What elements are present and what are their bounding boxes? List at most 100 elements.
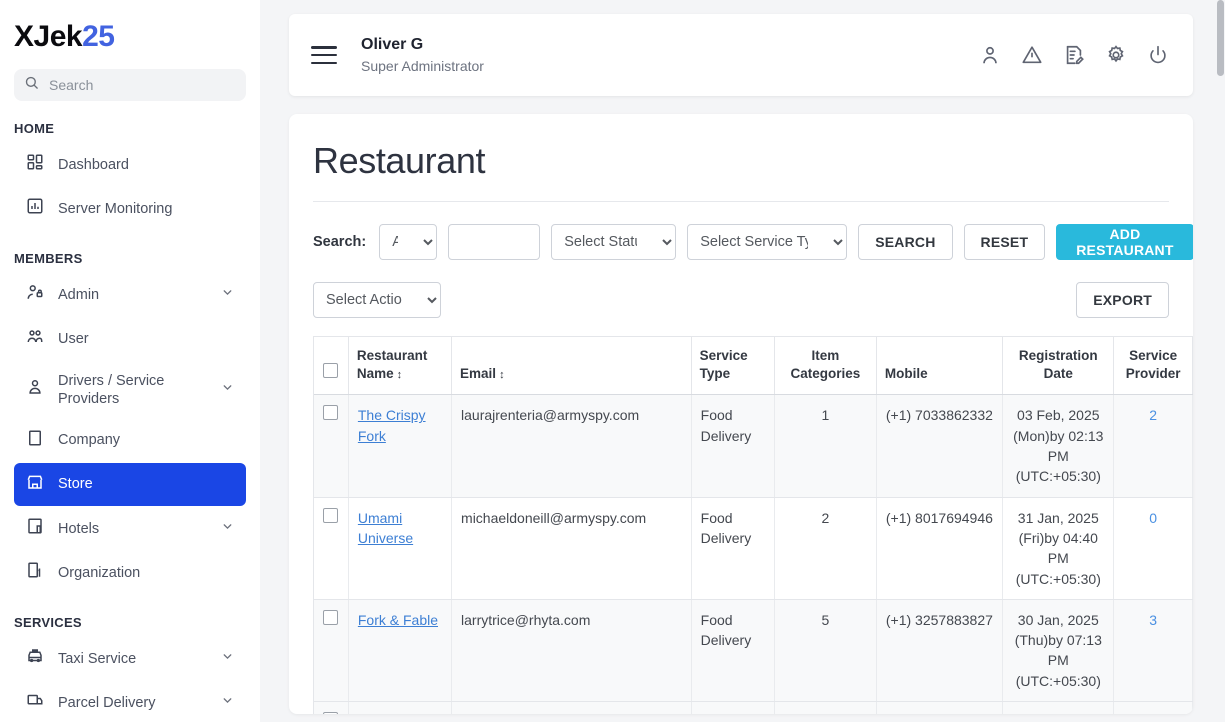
sidebar-item-label: Store	[58, 475, 234, 493]
sidebar-item-company[interactable]: Company	[14, 419, 246, 462]
dashboard-icon	[26, 153, 44, 176]
column-header-service-provider: Service Provider	[1114, 337, 1193, 395]
sidebar-item-server-monitoring[interactable]: Server Monitoring	[14, 187, 246, 230]
sidebar-item-label: User	[58, 330, 234, 348]
sort-icon[interactable]: ↕	[397, 368, 403, 382]
chevron-down-icon[interactable]	[221, 286, 234, 304]
row-checkbox[interactable]	[323, 508, 338, 523]
search-text-input[interactable]	[448, 224, 540, 260]
page-title: Restaurant	[313, 140, 1169, 181]
chevron-down-icon[interactable]	[221, 650, 234, 668]
table-row: Fork & Fable larrytrice@rhyta.com Food D…	[314, 599, 1193, 701]
search-scope-select[interactable]: All	[379, 224, 437, 260]
sidebar-item-label: Taxi Service	[58, 650, 207, 668]
cell-restaurant-name: Spork & Spoon	[348, 702, 451, 714]
sidebar-item-dashboard[interactable]: Dashboard	[14, 143, 246, 186]
search-button[interactable]: SEARCH	[858, 224, 952, 260]
restaurant-name-link[interactable]: Umami Universe	[358, 510, 413, 546]
column-header-registration-date: Registration Date	[1003, 337, 1114, 395]
cell-service-type: Food Delivery	[691, 497, 774, 599]
cell-restaurant-name: The Crispy Fork	[348, 395, 451, 497]
cell-registration-date: 30 Jan, 2025 (Thu)by 07:13 PM (UTC:+05:3…	[1003, 599, 1114, 701]
driver-icon	[26, 378, 44, 401]
sidebar-search[interactable]	[14, 69, 246, 101]
cell-registration-date: 29 Jan, 2025 (Wed)by 03:52 PM	[1003, 702, 1114, 714]
document-edit-icon[interactable]	[1063, 44, 1085, 66]
status-select[interactable]: Select Status	[551, 224, 676, 260]
main-content: Oliver G Super Administrator	[260, 0, 1225, 722]
search-input[interactable]	[47, 76, 236, 94]
sidebar-item-drivers-service-providers[interactable]: Drivers / Service Providers	[14, 362, 246, 418]
row-checkbox[interactable]	[323, 405, 338, 420]
restaurant-name-link[interactable]: The Crispy Fork	[358, 407, 426, 443]
page-scrollbar-thumb[interactable]	[1217, 0, 1224, 76]
cell-restaurant-name: Umami Universe	[348, 497, 451, 599]
header-user-info: Oliver G Super Administrator	[361, 33, 484, 77]
power-icon[interactable]	[1147, 44, 1169, 66]
table-row: The Crispy Fork laurajrenteria@armyspy.c…	[314, 395, 1193, 497]
header-action-icons	[979, 44, 1169, 66]
table-head: Restaurant Name↕ Email↕ Service Type Ite…	[314, 337, 1193, 395]
service-provider-link[interactable]: 0	[1149, 510, 1157, 526]
sidebar-item-user[interactable]: User	[14, 317, 246, 360]
service-provider-link[interactable]: 3	[1149, 612, 1157, 628]
service-provider-link[interactable]: 2	[1149, 407, 1157, 423]
column-label: Email	[460, 366, 496, 381]
table-header-row: Restaurant Name↕ Email↕ Service Type Ite…	[314, 337, 1193, 395]
bulk-action-toolbar: Select Action EXPORT	[313, 282, 1169, 318]
cell-service-provider: 2	[1114, 395, 1193, 497]
row-checkbox[interactable]	[323, 712, 338, 714]
row-select-cell	[314, 702, 348, 714]
chevron-down-icon[interactable]	[221, 381, 234, 399]
select-action-dropdown[interactable]: Select Action	[313, 282, 441, 318]
profile-icon[interactable]	[979, 44, 1001, 66]
column-header-restaurant-name[interactable]: Restaurant Name↕	[348, 337, 451, 395]
settings-gear-icon[interactable]	[1105, 44, 1127, 66]
hamburger-icon[interactable]	[311, 46, 337, 64]
chevron-down-icon[interactable]	[221, 520, 234, 538]
sidebar-item-label: Admin	[58, 286, 207, 304]
cell-documents	[1193, 497, 1194, 599]
search-label: Search:	[313, 234, 366, 250]
cell-item-categories: 2	[774, 497, 876, 599]
cell-email: laurajrenteria@armyspy.com	[452, 395, 692, 497]
sidebar-item-taxi-service[interactable]: Taxi Service	[14, 637, 246, 680]
parcel-icon	[26, 691, 44, 714]
top-header-bar: Oliver G Super Administrator	[289, 14, 1193, 96]
logo-text-dark: XJek	[14, 20, 82, 53]
chevron-down-icon[interactable]	[221, 694, 234, 712]
select-all-checkbox[interactable]	[323, 363, 338, 378]
reset-button[interactable]: RESET	[964, 224, 1046, 260]
title-divider	[313, 201, 1169, 202]
alert-triangle-icon[interactable]	[1021, 44, 1043, 66]
sort-icon[interactable]: ↕	[499, 368, 505, 382]
sidebar: XJek25 HOME Dashboard Server Monitoring …	[0, 0, 260, 722]
column-header-item-categories: Item Categories	[774, 337, 876, 395]
company-building-icon	[26, 429, 44, 452]
taxi-icon	[26, 647, 44, 670]
page-scrollbar[interactable]	[1217, 0, 1225, 722]
cell-item-categories: 1	[774, 395, 876, 497]
row-checkbox[interactable]	[323, 610, 338, 625]
sidebar-item-admin[interactable]: Admin	[14, 273, 246, 316]
table-body: The Crispy Fork laurajrenteria@armyspy.c…	[314, 395, 1193, 714]
cell-item-categories: 1	[774, 702, 876, 714]
export-button[interactable]: EXPORT	[1076, 282, 1169, 318]
column-header-email[interactable]: Email↕	[452, 337, 692, 395]
sidebar-item-hotels[interactable]: Hotels	[14, 507, 246, 550]
app-root: XJek25 HOME Dashboard Server Monitoring …	[0, 0, 1225, 722]
service-type-select[interactable]: Select Service Type	[687, 224, 847, 260]
sidebar-item-organization[interactable]: Organization	[14, 551, 246, 594]
filter-toolbar: Search: All Select Status Select Service…	[313, 224, 1169, 260]
add-restaurant-button[interactable]: ADD RESTAURANT	[1056, 224, 1193, 260]
app-logo[interactable]: XJek25	[0, 0, 260, 59]
cell-restaurant-name: Fork & Fable	[348, 599, 451, 701]
header-user-name: Oliver G	[361, 33, 484, 56]
cell-mobile: (+1) 2252735924	[876, 702, 1002, 714]
sidebar-item-store[interactable]: Store	[14, 463, 246, 506]
restaurant-name-link[interactable]: Fork & Fable	[358, 612, 438, 628]
cell-email: larrytrice@rhyta.com	[452, 599, 692, 701]
sidebar-item-parcel-delivery[interactable]: Parcel Delivery	[14, 681, 246, 722]
cell-item-categories: 5	[774, 599, 876, 701]
sidebar-item-label: Server Monitoring	[58, 200, 234, 218]
